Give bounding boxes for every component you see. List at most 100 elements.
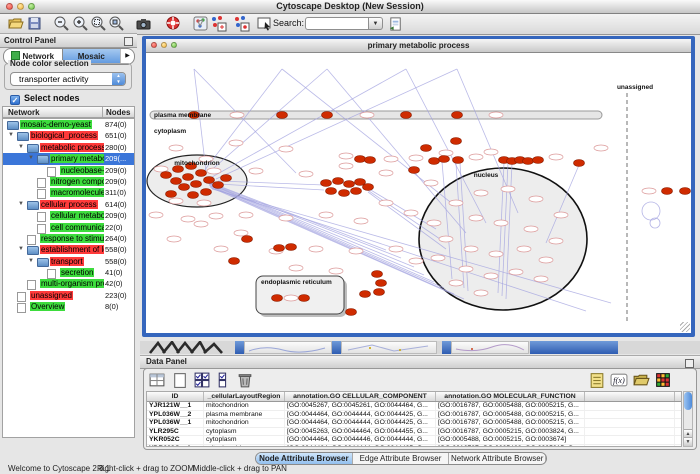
network-node[interactable] [376, 280, 387, 287]
table-cell[interactable]: [GO:0016787, GO:0005215, GO:0003824, G..… [436, 428, 585, 436]
tree-row[interactable]: ▼transport558(0) [3, 256, 134, 267]
view-close-button[interactable] [151, 42, 157, 48]
tree-row[interactable]: macromolecule311(0) [3, 187, 134, 198]
tree-row[interactable]: mosaic-demo-yeast874(0) [3, 119, 134, 130]
network-node[interactable] [523, 158, 534, 165]
tree-row[interactable]: cell communicat22(0) [3, 222, 134, 233]
table-cell[interactable]: [GO:0016787, GO:0005488, GO:0005215, G..… [436, 445, 585, 447]
network-node[interactable] [299, 295, 310, 302]
network-node[interactable] [574, 160, 585, 167]
table-cell[interactable]: [GO:0044464, GO:0044446, GO:0044444, G..… [285, 436, 436, 444]
network-node[interactable] [286, 244, 297, 251]
table-row[interactable]: YPL036W__2plasma membrane[GO:0044464, GO… [147, 411, 681, 420]
function-builder-button[interactable]: f(x) [610, 371, 628, 389]
view-zoom-button[interactable] [171, 42, 177, 48]
network-node[interactable] [346, 309, 357, 316]
table-cell[interactable]: YPL036W__2 [147, 411, 204, 419]
tree-row[interactable]: response to stimulu264(0) [3, 233, 134, 244]
network-node[interactable] [272, 295, 283, 302]
network-node[interactable] [191, 181, 202, 188]
background-window-corner[interactable] [235, 341, 244, 354]
network-node[interactable] [452, 112, 463, 119]
table-cell[interactable]: cytoplasm [204, 436, 285, 444]
table-cell[interactable] [585, 419, 675, 427]
table-cell[interactable]: mitochondrion [204, 419, 285, 427]
layout-a-button[interactable] [210, 15, 227, 32]
zoom-selected-button[interactable] [108, 15, 125, 32]
network-node[interactable] [196, 170, 207, 177]
table-cell[interactable]: [GO:0016787, GO:0005488, GO:0005215, G..… [436, 402, 585, 410]
network-node[interactable] [339, 190, 350, 197]
zoom-in-button[interactable] [72, 15, 89, 32]
background-window-corner[interactable] [332, 341, 341, 354]
network-node[interactable] [188, 192, 199, 199]
tree-row[interactable]: unassigned223(0) [3, 290, 134, 301]
network-node[interactable] [161, 172, 172, 179]
table-cell[interactable]: YDR039C__1 [147, 445, 204, 447]
network-view-titlebar[interactable]: primary metabolic process [146, 39, 691, 53]
network-node[interactable] [229, 258, 240, 265]
network-node[interactable] [333, 178, 344, 185]
table-cell[interactable] [585, 436, 675, 444]
tree-row[interactable]: secretion41(0) [3, 267, 134, 278]
network-node[interactable] [662, 188, 673, 195]
select-nodes-checkbox[interactable]: ✓ [10, 95, 20, 105]
column-header[interactable]: _cellularLayoutRegion [204, 392, 285, 401]
network-node[interactable] [680, 188, 691, 195]
background-window-preview[interactable] [244, 341, 332, 354]
annotation-box-button[interactable] [256, 15, 273, 32]
unselect-attributes-button[interactable] [215, 371, 233, 389]
network-node[interactable] [171, 178, 182, 185]
network-node[interactable] [326, 188, 337, 195]
network-node[interactable] [409, 167, 420, 174]
search-input[interactable] [305, 17, 369, 30]
network-node[interactable] [277, 112, 288, 119]
node-color-dropdown[interactable]: transporter activity ▲▼ [10, 72, 126, 86]
table-cell[interactable] [585, 428, 675, 436]
table-cell[interactable]: mitochondrion [204, 445, 285, 447]
snapshot-button[interactable] [135, 15, 152, 32]
table-cell[interactable]: YLR295C [147, 428, 204, 436]
background-window-preview[interactable] [451, 341, 529, 354]
column-header[interactable]: ID [147, 392, 204, 401]
tree-row[interactable]: Overview8(0) [3, 301, 134, 312]
network-node[interactable] [372, 271, 383, 278]
network-view-button[interactable] [192, 15, 209, 32]
float-panel-icon[interactable] [124, 37, 133, 46]
table-row[interactable]: YPL036W__1mitochondrion[GO:0044464, GO:0… [147, 419, 681, 428]
network-node[interactable] [221, 175, 232, 182]
heatmap-button[interactable] [654, 371, 672, 389]
table-row[interactable]: YKR052Ccytoplasm[GO:0044464, GO:0044446,… [147, 436, 681, 445]
table-cell[interactable] [585, 411, 675, 419]
save-session-button[interactable] [26, 15, 43, 32]
new-attribute-button[interactable] [171, 371, 189, 389]
network-node[interactable] [421, 145, 432, 152]
network-node[interactable] [533, 157, 544, 164]
table-row[interactable]: YLR295Ccytoplasm[GO:0045263, GO:0044464,… [147, 428, 681, 437]
network-node[interactable] [213, 182, 224, 189]
network-node[interactable] [453, 157, 464, 164]
expand-arrow-icon[interactable]: ▼ [18, 144, 24, 150]
network-node[interactable] [401, 112, 412, 119]
column-header[interactable]: annotation.GO MOLECULAR_FUNCTION [436, 392, 585, 401]
tree-row[interactable]: ▼primary metabo209(... [3, 153, 134, 164]
background-window-corner[interactable] [442, 341, 451, 354]
tree-row[interactable]: multi-organism pro42(0) [3, 278, 134, 289]
expand-arrow-icon[interactable]: ▼ [28, 155, 34, 161]
network-node[interactable] [274, 245, 285, 252]
select-attributes-button[interactable] [193, 371, 211, 389]
network-node[interactable] [439, 156, 450, 163]
table-cell[interactable] [585, 402, 675, 410]
column-header[interactable] [585, 392, 675, 401]
import-attributes-button[interactable] [632, 371, 650, 389]
table-scrollbar[interactable]: ▲ ▼ [683, 391, 693, 447]
table-cell[interactable]: [GO:0045267, GO:0045261, GO:0044464, G..… [285, 402, 436, 410]
float-data-panel-icon[interactable] [685, 359, 694, 368]
network-node[interactable] [374, 289, 385, 296]
network-node[interactable] [242, 236, 253, 243]
network-node[interactable] [451, 138, 462, 145]
view-minimize-button[interactable] [161, 42, 167, 48]
network-node[interactable] [321, 180, 332, 187]
table-cell[interactable]: [GO:0045263, GO:0044464, GO:0044455, G..… [285, 428, 436, 436]
table-cell[interactable]: mitochondrion [204, 402, 285, 410]
